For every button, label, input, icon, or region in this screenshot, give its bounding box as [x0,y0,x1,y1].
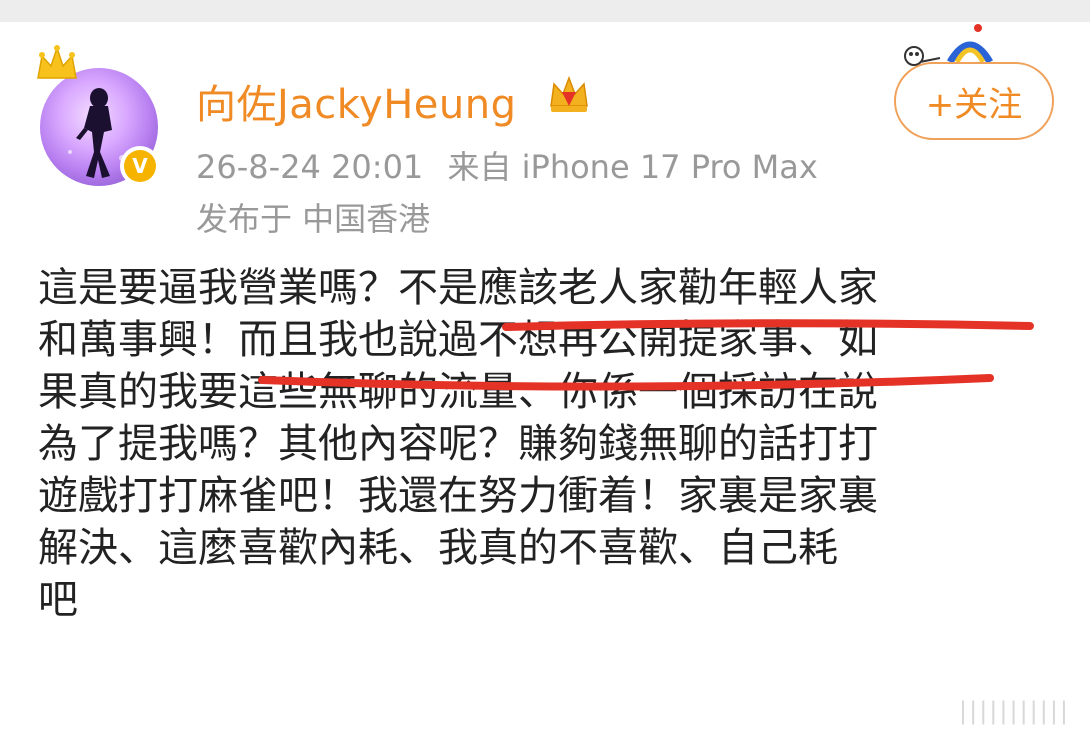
follow-button[interactable]: +关注 [894,62,1054,140]
post-line: 吧 [38,577,78,623]
post-location: 发布于 中国香港 [196,200,431,238]
crown-icon [34,44,80,90]
post-line: 這是要逼我營業嗎？不是應該老人家勸年輕人家 [38,265,878,311]
post-line: 果真的我要這些無聊的流量、你係一個採訪在說 [38,369,878,415]
username[interactable]: 向佐JackyHeung [196,72,517,130]
post-timestamp: 26-8-24 20:01 [196,148,424,186]
post-text: 這是要逼我營業嗎？不是應該老人家勸年輕人家 和萬事興！而且我也說過不想再公開提家… [38,262,1068,626]
post-line: 解決、這麼喜歡內耗、我真的不喜歡、自己耗 [38,525,838,571]
post-line: 和萬事興！而且我也說過不想再公開提家事、如 [38,317,878,363]
post-line: 為了提我嗎？其他內容呢？賺夠錢無聊的話打打 [38,421,878,467]
vip-crown-icon [546,74,592,120]
top-gray-bar [0,0,1090,22]
post-source: 来自 iPhone 17 Pro Max [447,148,818,186]
verified-badge-icon: V [120,146,160,186]
watermark: ||||||||||| [959,697,1070,725]
post-meta-time-source: 26-8-24 20:01 来自 iPhone 17 Pro Max [196,142,832,188]
post-line: 遊戲打打麻雀吧！我還在努力衝着！家裏是家裏 [38,473,878,519]
